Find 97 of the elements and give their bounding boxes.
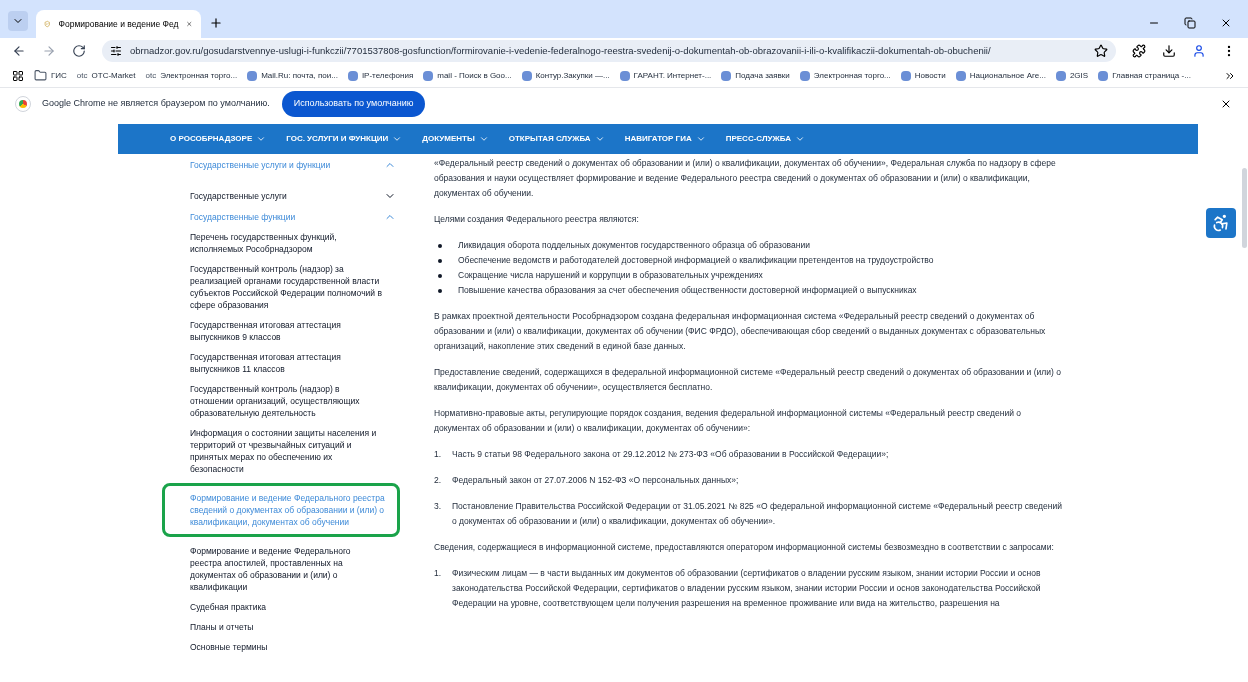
- site-settings-icon[interactable]: [110, 45, 122, 57]
- accessibility-button[interactable]: [1206, 208, 1236, 238]
- chevron-down-icon: [695, 134, 706, 144]
- chevron-down-icon: [392, 134, 403, 144]
- scrollbar-thumb[interactable]: [1242, 168, 1247, 248]
- nav-menu-item[interactable]: ДОКУМЕНТЫ: [422, 133, 489, 145]
- bookmark-link[interactable]: ГИС: [51, 69, 67, 82]
- bookmark-link[interactable]: Электронная торго...: [160, 69, 238, 82]
- favicon-icon: [955, 70, 966, 81]
- download-icon[interactable]: [1162, 44, 1176, 58]
- profile-icon[interactable]: [1192, 44, 1206, 58]
- sidebar-section[interactable]: Государственные услуги и функции: [190, 159, 400, 172]
- bookmark-link[interactable]: Контур.Закупки —...: [535, 69, 610, 82]
- bookmark-link[interactable]: Национальное Аге...: [969, 69, 1046, 82]
- list-item: Физическим лицам — в части выданных им документов об образовании (сертификатов о владении русским языком, знании истории России и основ законодательства Российской Федерации, сертификатов о владении русским языком, знании истории России и основ законодательства Российской Федерации на уровне, соответствующем цели получения разрешения на временное проживание или вида на жительство, разрешения на: [452, 567, 1042, 610]
- favicon-icon: [423, 70, 434, 81]
- list-item: Повышение качества образования за счет обеспечения общественности достоверной информацией о выпускниках: [458, 284, 917, 297]
- sidebar-link[interactable]: Государственный контроль (надзор) за реализацией органами государственной власти субъектов Российской Федерации полномочий в сфере образования: [190, 263, 400, 312]
- close-icon[interactable]: [1220, 17, 1232, 29]
- favicon-text: otc: [76, 69, 88, 82]
- infobar-message: Google Chrome не является браузером по умолчанию.: [42, 97, 270, 111]
- new-tab-icon[interactable]: [209, 16, 223, 30]
- chrome-logo-icon: [16, 97, 30, 111]
- favicon-text: otc: [145, 69, 157, 82]
- body-paragraph: Предоставление сведений, содержащихся в федеральной информационной системе «Федеральный реестр сведений о документах об образовании и (или) о квалификации, документах об обучении», осуществляется бесплатно.: [434, 366, 1062, 394]
- chevron-down-icon: [594, 134, 605, 144]
- body-paragraph: Сведения, содержащиеся в информационной системе, предоставляются оператором информационной системы безвозмездно в соответствии с запросами:: [434, 541, 1055, 554]
- bullet-icon: [438, 273, 442, 278]
- list-item: Часть 9 статьи 98 Федерального закона от 29.12.2012 № 273-ФЗ «Об образовании в Российской Федерации»;: [452, 448, 889, 461]
- bookmark-link[interactable]: Подача заявки: [735, 69, 790, 82]
- tab-list-button[interactable]: [8, 11, 28, 31]
- list-number: 3.: [434, 500, 443, 513]
- favicon-icon: [521, 70, 532, 81]
- list-item: Федеральный закон от 27.07.2006 N 152-ФЗ «О персональных данных»;: [452, 474, 739, 487]
- back-icon[interactable]: [12, 44, 26, 58]
- bookmark-link[interactable]: OTC-Market: [91, 69, 136, 82]
- nav-menu-item[interactable]: НАВИГАТОР ГИА: [624, 133, 706, 145]
- apps-icon[interactable]: [12, 69, 24, 82]
- restore-icon[interactable]: [1184, 17, 1196, 29]
- shield-icon: [44, 18, 51, 30]
- list-item: Сокращение числа нарушений и коррупции в образовательных учреждениях: [458, 269, 763, 282]
- favicon-icon: [721, 70, 732, 81]
- sidebar-link[interactable]: Перечень государственных функций, исполняемых Рособрнадзором: [190, 231, 400, 256]
- nav-menu-item[interactable]: ОТКРЫТАЯ СЛУЖБА: [508, 133, 605, 145]
- sidebar-link[interactable]: Информация о состоянии защиты населения и территорий от чрезвычайных ситуаций и принятых мерах по обеспечению их безопасности: [190, 427, 400, 476]
- sidebar-link[interactable]: Планы и отчеты: [190, 621, 400, 634]
- sidebar-link[interactable]: Государственная итоговая аттестация выпускников 9 классов: [190, 319, 400, 344]
- chevron-down-icon: [256, 134, 267, 144]
- sidebar-link[interactable]: Судебная практика: [190, 601, 400, 614]
- nav-menu-item[interactable]: О РОСОБРНАДЗОРЕ: [170, 133, 267, 145]
- bookmark-link[interactable]: 2GIS: [1069, 69, 1089, 82]
- body-paragraph: В рамках проектной деятельности Рособрнадзором создана федеральная информационная система «Федеральный реестр сведений о документах об образовании и (или) о квалификации, документах об обучении (ФИС ФРДО), обеспечивающая сбор сведений о выданных документах с образовательных организаций, накопление этих сведений в единой базе данных.: [434, 310, 1047, 353]
- sidebar-link[interactable]: Государственный контроль (надзор) в отношении организаций, осуществляющих образовательную деятельность: [190, 383, 400, 420]
- favicon-icon: [799, 70, 810, 81]
- bookmark-link[interactable]: mail - Поиск в Goo...: [437, 69, 512, 82]
- bookmark-star-icon[interactable]: [1094, 44, 1108, 58]
- extensions-icon[interactable]: [1132, 44, 1146, 58]
- nav-menu-item[interactable]: ПРЕСС-СЛУЖБА: [725, 133, 805, 145]
- body-paragraph: Целями создания Федерального реестра являются:: [434, 213, 640, 226]
- bookmark-link[interactable]: Новости: [914, 69, 946, 82]
- favicon-icon: [1098, 70, 1109, 81]
- sidebar-section[interactable]: Государственные функции: [190, 210, 400, 224]
- bullet-icon: [438, 243, 442, 248]
- favicon-icon: [900, 70, 911, 81]
- bookmark-link[interactable]: Mail.Ru: почта, пои...: [261, 69, 338, 82]
- list-number: 1.: [434, 567, 443, 580]
- address-bar[interactable]: obrnadzor.gov.ru/gosudarstvennye-uslugi-i-funkczii/7701537808-gosfunction/formirovanie-i-vedenie-federalnogo-reestra-svedenij-o-dokumentah-ob-obrazovanii-i-ili-o-kvalifikaczii-dokumentah-ob-obuchenii/: [102, 40, 1116, 62]
- bookmark-link[interactable]: Электронная торго...: [813, 69, 891, 82]
- accessibility-icon: [1211, 213, 1231, 233]
- list-item: Постановление Правительства Российской Федерации от 31.05.2021 № 825 «О федеральной информационной системе «Федеральный реестр сведений о документах об образовании и (или) о квалификации, документах об обучении».: [452, 500, 1063, 528]
- sidebar-section[interactable]: Государственные услуги: [190, 189, 400, 203]
- sidebar-link[interactable]: Формирование и ведение Федерального реестра апостилей, проставленных на документах об образовании и (или) о квалификации: [190, 545, 400, 594]
- chevron-down-icon: [794, 134, 805, 144]
- sidebar-link[interactable]: Государственная итоговая аттестация выпускников 11 классов: [190, 351, 400, 376]
- reload-icon[interactable]: [72, 44, 86, 58]
- sidebar-link[interactable]: Основные термины: [190, 641, 400, 654]
- list-number: 2.: [434, 474, 443, 487]
- bookmark-link[interactable]: IP-телефония: [361, 69, 414, 82]
- default-browser-button[interactable]: Использовать по умолчанию: [281, 91, 426, 117]
- bookmark-link[interactable]: ГАРАНТ. Интернет-...: [633, 69, 712, 82]
- bookmark-link[interactable]: Главная страница -...: [1112, 69, 1191, 82]
- nav-menu-item[interactable]: ГОС. УСЛУГИ И ФУНКЦИИ: [286, 133, 403, 145]
- sidebar-link[interactable]: Формирование и ведение Федерального реестра сведений о документах об образовании и (или) о квалификации, документах об обучении: [162, 483, 400, 538]
- bullet-icon: [438, 288, 442, 293]
- favicon-icon: [619, 70, 630, 81]
- list-item: Ликвидация оборота поддельных документов государственного образца об образовании: [458, 239, 810, 252]
- body-paragraph: Нормативно-правовые акты, регулирующие порядок создания, ведения федеральной информационной системы «Федеральный реестр сведений о документах об образовании и (или) о квалификации, документах об обучении»:: [434, 407, 1022, 435]
- bullet-icon: [438, 258, 442, 263]
- body-paragraph: «Федеральный реестр сведений о документах об образовании и (или) о квалификации, документах об обучении», Федеральная служба по надзору в сфере образования и науки осуществляет формирование и ведение Федерального реестра сведений о документах об образовании и (или) о квалификации, документах об обучении.: [434, 157, 1057, 200]
- chevron-down-icon: [478, 134, 489, 144]
- close-icon[interactable]: [1220, 98, 1232, 110]
- folder-icon: [34, 69, 47, 82]
- favicon-icon: [1055, 70, 1066, 81]
- favicon-icon: [247, 70, 258, 81]
- list-number: 1.: [434, 448, 443, 461]
- list-item: Обеспечение ведомств и работодателей достоверной информацией о квалификации претендентов на трудоустройство: [458, 254, 934, 267]
- favicon-icon: [347, 70, 358, 81]
